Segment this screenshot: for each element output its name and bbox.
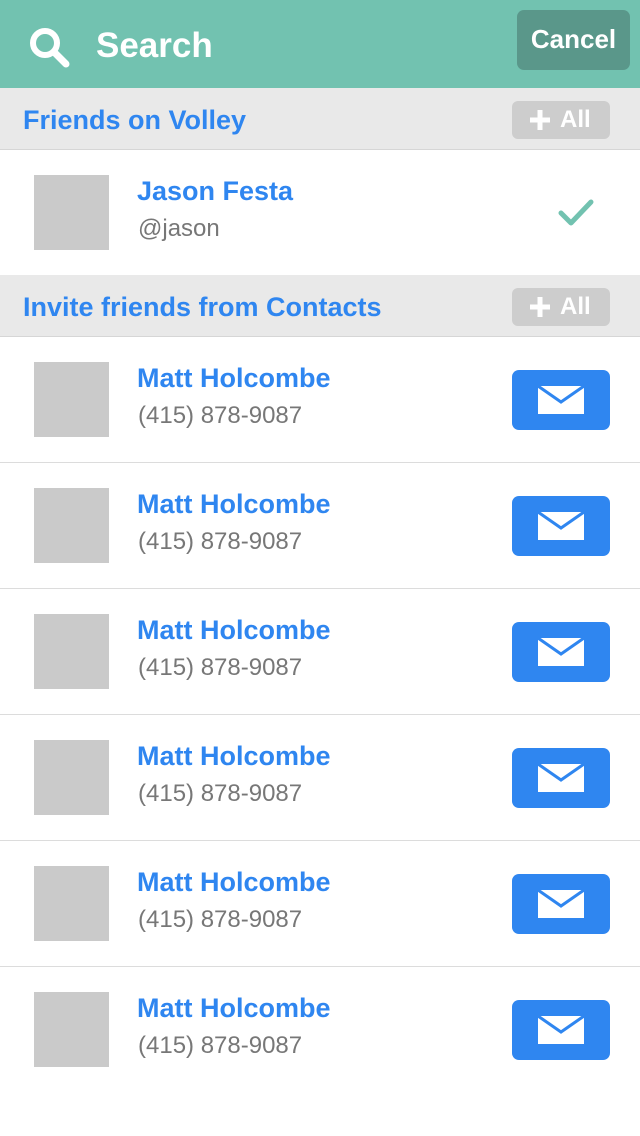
contacts-section-title: Invite friends from Contacts [23,292,382,322]
avatar [34,175,109,250]
contact-name: Matt Holcombe [137,993,331,1023]
avatar [34,362,109,437]
contact-phone: (415) 878-9087 [138,654,303,681]
contact-row[interactable]: Matt Holcombe (415) 878-9087 [0,715,640,841]
contacts-section-header: Invite friends from Contacts All [0,275,640,337]
avatar [34,992,109,1067]
invite-mail-button[interactable] [512,874,610,934]
mail-icon [538,1016,584,1044]
invite-mail-button[interactable] [512,622,610,682]
add-all-label: All [560,106,591,133]
avatar [34,614,109,689]
contact-phone: (415) 878-9087 [138,1032,303,1059]
mail-icon [538,386,584,414]
avatar [34,866,109,941]
friends-section-title: Friends on Volley [23,105,247,135]
add-all-label: All [560,293,591,320]
friend-name: Jason Festa [137,176,294,206]
contact-row[interactable]: Matt Holcombe (415) 878-9087 [0,841,640,967]
contact-name: Matt Holcombe [137,741,331,771]
contact-row[interactable]: Matt Holcombe (415) 878-9087 [0,967,640,1093]
friends-section-header: Friends on Volley All [0,88,640,150]
check-icon[interactable] [558,198,594,228]
contact-name: Matt Holcombe [137,867,331,897]
plus-icon [530,297,550,317]
contact-row[interactable]: Matt Holcombe (415) 878-9087 [0,337,640,463]
contact-phone: (415) 878-9087 [138,528,303,555]
mail-icon [538,890,584,918]
avatar [34,488,109,563]
add-all-contacts-button[interactable]: All [512,288,610,326]
invite-mail-button[interactable] [512,370,610,430]
friend-row[interactable]: Jason Festa @jason [0,150,640,275]
contact-row[interactable]: Matt Holcombe (415) 878-9087 [0,463,640,589]
plus-icon [530,110,550,130]
mail-icon [538,764,584,792]
cancel-button[interactable]: Cancel [517,10,630,70]
mail-icon [538,638,584,666]
mail-icon [538,512,584,540]
invite-mail-button[interactable] [512,748,610,808]
search-icon[interactable] [28,26,72,70]
search-input[interactable]: Search [96,24,213,68]
contact-phone: (415) 878-9087 [138,780,303,807]
contact-phone: (415) 878-9087 [138,402,303,429]
search-header: Search Cancel [0,0,640,88]
contact-phone: (415) 878-9087 [138,906,303,933]
contact-row[interactable]: Matt Holcombe (415) 878-9087 [0,589,640,715]
friend-handle: @jason [138,215,220,242]
invite-mail-button[interactable] [512,496,610,556]
invite-mail-button[interactable] [512,1000,610,1060]
add-all-friends-button[interactable]: All [512,101,610,139]
contact-name: Matt Holcombe [137,363,331,393]
contact-name: Matt Holcombe [137,615,331,645]
avatar [34,740,109,815]
contact-name: Matt Holcombe [137,489,331,519]
